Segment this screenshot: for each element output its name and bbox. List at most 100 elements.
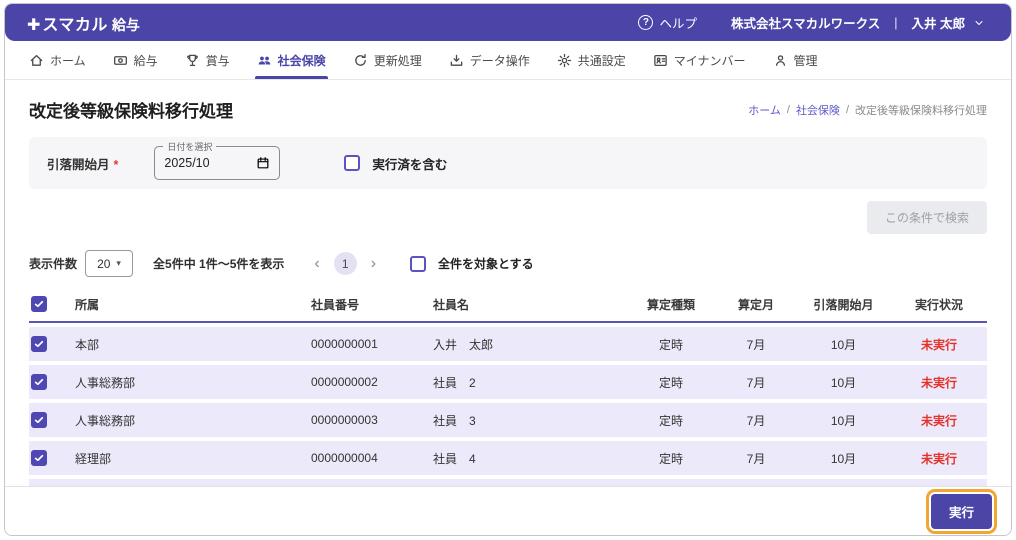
row-checkbox[interactable] bbox=[31, 412, 47, 428]
table-header-row: 所属 社員番号 社員名 算定種類 算定月 引落開始月 実行状況 bbox=[29, 287, 987, 323]
cell-calc-month: 7月 bbox=[746, 413, 766, 428]
app-logo[interactable]: ✚ スマカル 給与 bbox=[27, 11, 140, 35]
cell-start-month: 10月 bbox=[830, 337, 857, 352]
execute-button[interactable]: 実行 bbox=[930, 493, 992, 529]
cell-dept: 人事総務部 bbox=[75, 413, 136, 428]
check-icon bbox=[34, 416, 44, 424]
help-label: ヘルプ bbox=[659, 17, 697, 31]
filter-panel: 引落開始月 * 日付を選択 2025/10 実行済を含む bbox=[29, 137, 987, 189]
main-nav: ホーム 給与 賞与 社会保険 更新処理 データ操作 共通設定 マイナンバー 管理 bbox=[5, 41, 1011, 80]
table-row[interactable]: 人事総務部 0000000002 社員 2 定時 7月 10月 未実行 bbox=[29, 365, 987, 399]
help-link[interactable]: ? ヘルプ bbox=[638, 13, 697, 32]
social-insurance-icon bbox=[258, 56, 270, 65]
brand-suffix: 給与 bbox=[111, 16, 140, 33]
breadcrumb: ホーム / 社会保険 / 改定後等級保険料移行処理 bbox=[748, 102, 987, 118]
nav-item-admin[interactable]: 管理 bbox=[773, 41, 818, 79]
cell-emp-no: 0000000003 bbox=[311, 413, 378, 427]
cell-dept: 人事総務部 bbox=[75, 375, 136, 390]
required-mark: * bbox=[113, 157, 119, 172]
cell-emp-no: 0000000004 bbox=[311, 451, 378, 465]
header-emp-no: 社員番号 bbox=[311, 297, 360, 312]
check-icon bbox=[34, 378, 44, 386]
mynumber-icon bbox=[653, 54, 667, 66]
cell-name: 社員 4 bbox=[433, 451, 476, 466]
header-start-month: 引落開始月 bbox=[813, 297, 874, 312]
date-value: 2025/10 bbox=[164, 156, 210, 170]
row-checkbox[interactable] bbox=[31, 374, 47, 390]
page-title: 改定後等級保険料移行処理 bbox=[29, 102, 233, 121]
cell-dept: 経理部 bbox=[75, 451, 112, 466]
calendar-icon[interactable] bbox=[256, 156, 270, 170]
header-name: 社員名 bbox=[433, 297, 470, 312]
nav-item-payroll[interactable]: 給与 bbox=[113, 41, 158, 79]
row-checkbox[interactable] bbox=[31, 336, 47, 352]
nav-item-home[interactable]: ホーム bbox=[29, 41, 86, 79]
header-separator: | bbox=[894, 15, 898, 30]
start-month-input[interactable]: 日付を選択 2025/10 bbox=[154, 140, 281, 180]
header-status: 実行状況 bbox=[914, 297, 963, 312]
nav-item-update[interactable]: 更新処理 bbox=[353, 41, 422, 79]
filter-label: 引落開始月 * bbox=[47, 157, 119, 172]
cell-name: 入井 太郎 bbox=[433, 337, 494, 352]
nav-item-mynumber[interactable]: マイナンバー bbox=[653, 41, 746, 79]
select-all-checkbox[interactable] bbox=[410, 255, 427, 272]
brand-name: スマカル bbox=[42, 16, 108, 34]
cell-start-month: 10月 bbox=[830, 375, 857, 390]
check-icon bbox=[34, 454, 44, 462]
results-table: 所属 社員番号 社員名 算定種類 算定月 引落開始月 実行状況 本部 000000… bbox=[29, 287, 987, 513]
user-menu[interactable]: 入井 太郎 bbox=[912, 13, 985, 32]
date-float-label: 日付を選択 bbox=[163, 140, 217, 153]
table-row[interactable]: 人事総務部 0000000003 社員 3 定時 7月 10月 未実行 bbox=[29, 403, 987, 437]
cell-status: 未実行 bbox=[920, 337, 957, 352]
include-executed-checkbox[interactable] bbox=[344, 155, 361, 171]
pagination: ‹ 1 › bbox=[314, 252, 376, 275]
breadcrumb-section[interactable]: 社会保険 bbox=[796, 102, 840, 118]
prev-page-icon[interactable]: ‹ bbox=[314, 255, 319, 272]
settings-icon bbox=[557, 53, 571, 67]
header-dept: 所属 bbox=[75, 297, 100, 312]
cell-calc-type: 定時 bbox=[658, 413, 683, 428]
table-row[interactable]: 本部 0000000001 入井 太郎 定時 7月 10月 未実行 bbox=[29, 327, 987, 361]
admin-icon bbox=[775, 54, 785, 66]
nav-item-bonus[interactable]: 賞与 bbox=[185, 41, 230, 79]
cell-calc-type: 定時 bbox=[658, 451, 683, 466]
cell-status: 未実行 bbox=[920, 375, 957, 390]
cell-start-month: 10月 bbox=[830, 451, 857, 466]
page-number[interactable]: 1 bbox=[333, 252, 357, 275]
cell-name: 社員 2 bbox=[433, 375, 476, 390]
refresh-icon bbox=[354, 53, 366, 66]
page-size-select[interactable]: 20 ▾ bbox=[85, 250, 134, 277]
user-name: 入井 太郎 bbox=[911, 17, 965, 31]
breadcrumb-home[interactable]: ホーム bbox=[748, 102, 781, 118]
cell-dept: 本部 bbox=[75, 337, 100, 352]
caret-down-icon: ▾ bbox=[116, 258, 121, 268]
execute-button-highlight: 実行 bbox=[925, 488, 997, 534]
nav-item-data-operation[interactable]: データ操作 bbox=[449, 41, 530, 79]
cell-calc-month: 7月 bbox=[746, 451, 766, 466]
cell-name: 社員 3 bbox=[433, 413, 476, 428]
nav-item-settings[interactable]: 共通設定 bbox=[557, 41, 626, 79]
check-icon bbox=[34, 300, 44, 308]
row-checkbox[interactable] bbox=[31, 450, 47, 466]
top-bar: ✚ スマカル 給与 ? ヘルプ 株式会社スマカルワークス | 入井 太郎 bbox=[5, 4, 1011, 41]
next-page-icon[interactable]: › bbox=[371, 255, 376, 272]
breadcrumb-separator: / bbox=[845, 103, 849, 116]
cell-status: 未実行 bbox=[920, 451, 957, 466]
action-footer: 実行 bbox=[5, 486, 1011, 535]
breadcrumb-separator: / bbox=[786, 103, 790, 116]
check-icon bbox=[34, 340, 44, 348]
header-checkbox[interactable] bbox=[31, 296, 47, 312]
cell-calc-month: 7月 bbox=[746, 337, 766, 352]
header-calc-month: 算定月 bbox=[737, 297, 774, 312]
bonus-icon bbox=[186, 54, 198, 66]
app-window: ✚ スマカル 給与 ? ヘルプ 株式会社スマカルワークス | 入井 太郎 ホーム bbox=[4, 3, 1012, 536]
nav-item-social-insurance[interactable]: 社会保険 bbox=[254, 41, 328, 79]
search-button[interactable]: この条件で検索 bbox=[866, 201, 987, 234]
page-size-value: 20 bbox=[97, 256, 111, 271]
header-calc-type: 算定種類 bbox=[646, 297, 695, 312]
table-row[interactable]: 経理部 0000000004 社員 4 定時 7月 10月 未実行 bbox=[29, 441, 987, 475]
include-executed-label: 実行済を含む bbox=[372, 157, 448, 172]
payroll-icon bbox=[113, 55, 127, 65]
cell-calc-type: 定時 bbox=[658, 375, 683, 390]
data-operation-icon bbox=[450, 54, 463, 66]
